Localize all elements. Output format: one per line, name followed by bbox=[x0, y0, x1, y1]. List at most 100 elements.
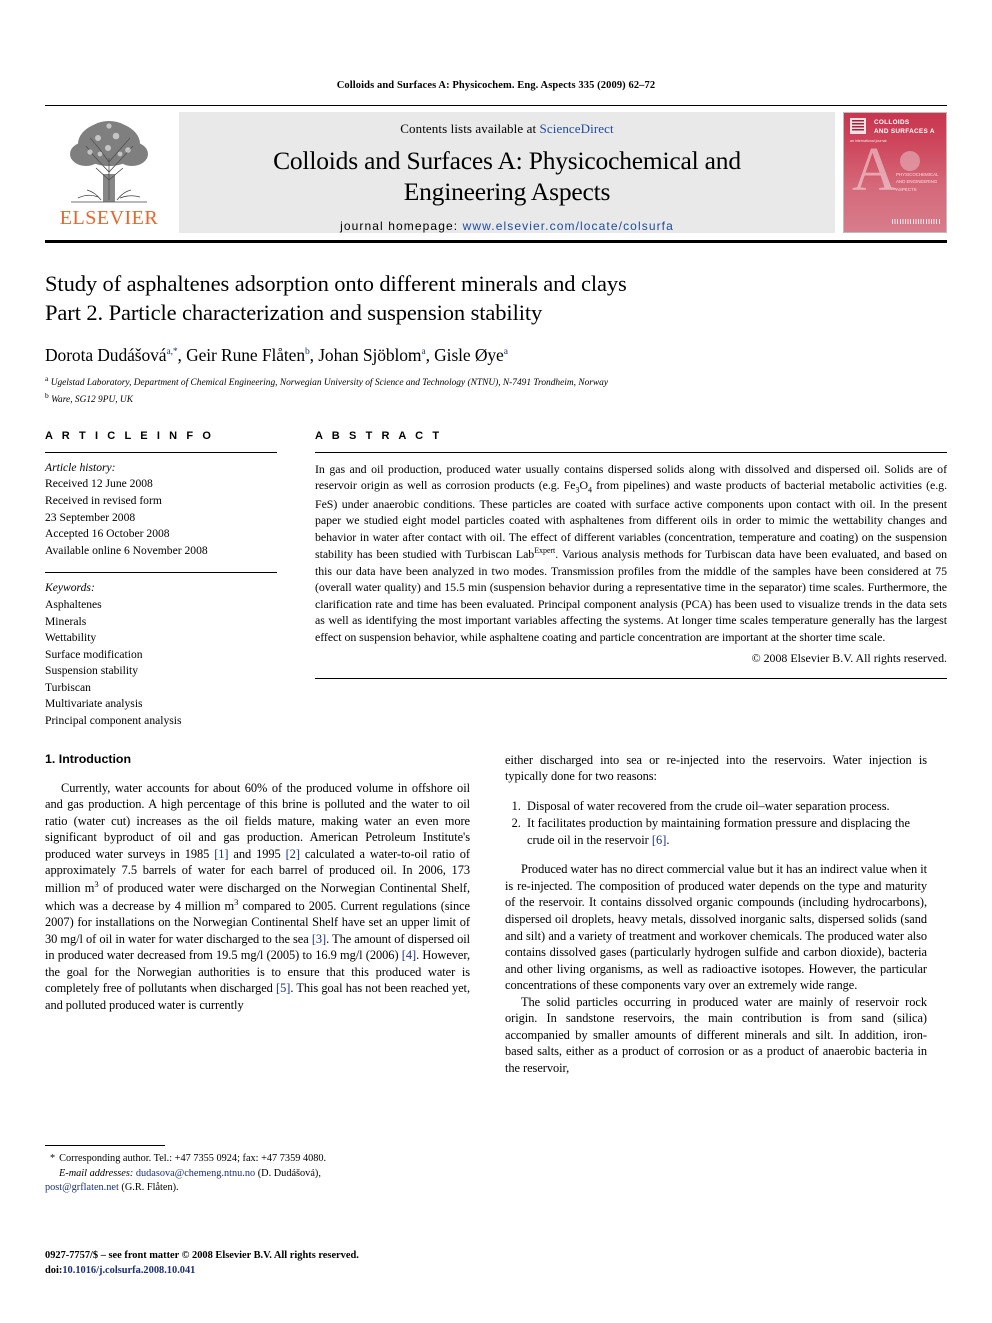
title-block: Study of asphaltenes adsorption onto dif… bbox=[45, 243, 947, 408]
author-name: Gisle Øye bbox=[434, 344, 504, 365]
homepage-label: journal homepage: bbox=[340, 219, 459, 234]
list-item: Disposal of water recovered from the cru… bbox=[524, 798, 927, 815]
cover-letter-a: A bbox=[852, 136, 897, 204]
footnote-area: * Corresponding author. Tel.: +47 7355 09… bbox=[45, 1145, 486, 1196]
abstract-sup-expert: Expert bbox=[534, 546, 556, 556]
cover-title: COLLOIDS AND SURFACES A bbox=[874, 119, 941, 136]
reason-text: Disposal of water recovered from the cru… bbox=[527, 798, 890, 813]
keyword-item: Suspension stability bbox=[45, 664, 139, 678]
elsevier-tree-icon bbox=[70, 121, 148, 203]
keyword-item: Minerals bbox=[45, 614, 87, 628]
author-affil-mark: a bbox=[421, 346, 426, 357]
article-info-column: A R T I C L E I N F O Article history: R… bbox=[45, 430, 295, 730]
keywords-block: Keywords: Asphaltenes Minerals Wettabili… bbox=[45, 572, 277, 729]
elsevier-wordmark: ELSEVIER bbox=[59, 207, 159, 229]
journal-title-line2: Engineering Aspects bbox=[403, 176, 611, 206]
abstract-part-2: O bbox=[579, 478, 589, 493]
journal-article-page: Colloids and Surfaces A: Physicochem. En… bbox=[0, 0, 992, 1323]
abstract-top-rule bbox=[315, 451, 947, 453]
reason-text: It facilitates production by maintaining… bbox=[527, 816, 910, 847]
footnote-block: * Corresponding author. Tel.: +47 7355 09… bbox=[45, 1152, 486, 1196]
keywords-label: Keywords: bbox=[45, 581, 95, 595]
article-history: Article history: Received 12 June 2008 R… bbox=[45, 460, 277, 559]
contents-prefix: Contents lists available at bbox=[400, 121, 540, 136]
affiliation-item: a Ugelstad Laboratory, Department of Che… bbox=[45, 373, 947, 391]
info-abstract-region: A R T I C L E I N F O Article history: R… bbox=[45, 430, 947, 730]
keywords-list: Keywords: Asphaltenes Minerals Wettabili… bbox=[45, 580, 277, 729]
intro-text-b: and 1995 bbox=[228, 846, 286, 861]
abstract-heading: A B S T R A C T bbox=[315, 429, 443, 442]
contents-available-line: Contents lists available at ScienceDirec… bbox=[400, 121, 613, 137]
author-name: Dorota Dudášová bbox=[45, 344, 167, 365]
section-heading-introduction: 1. Introduction bbox=[45, 751, 132, 766]
affiliation-list: a Ugelstad Laboratory, Department of Che… bbox=[45, 373, 947, 408]
cover-elsevier-mark-icon bbox=[850, 118, 866, 134]
citation-ref-4[interactable]: [4] bbox=[402, 948, 416, 962]
author-affil-mark: b bbox=[305, 346, 310, 357]
email-owner-2: (G.R. Flåten). bbox=[118, 1182, 179, 1194]
abstract-text: In gas and oil production, produced wate… bbox=[315, 461, 947, 645]
sciencedirect-link[interactable]: ScienceDirect bbox=[540, 121, 614, 136]
keyword-item: Turbiscan bbox=[45, 680, 91, 694]
email-owner-1: (D. Dudášová), bbox=[255, 1167, 321, 1179]
email-link-2[interactable]: post@grflaten.net bbox=[45, 1182, 119, 1193]
affiliation-mark: a bbox=[45, 373, 49, 383]
history-item: Received 12 June 2008 bbox=[45, 477, 153, 491]
cover-title-line2: AND SURFACES A bbox=[874, 127, 935, 135]
issn-line: 0927-7757/$ – see front matter © 2008 El… bbox=[45, 1250, 359, 1261]
body-column-right: either discharged into sea or re-injecte… bbox=[486, 752, 927, 1077]
affiliation-text: Ware, SG12 9PU, UK bbox=[51, 395, 133, 406]
history-item: 23 September 2008 bbox=[45, 510, 136, 524]
journal-title-line1: Colloids and Surfaces A: Physicochemical… bbox=[273, 146, 741, 175]
email-link-1[interactable]: dudasova@chemeng.ntnu.no bbox=[136, 1168, 255, 1179]
intro-paragraph-left: Currently, water accounts for about 60% … bbox=[45, 780, 470, 1014]
corresponding-author-text: Corresponding author. Tel.: +47 7355 092… bbox=[59, 1153, 327, 1164]
title-line-2: Part 2. Particle characterization and su… bbox=[45, 300, 543, 326]
affiliation-text: Ugelstad Laboratory, Department of Chemi… bbox=[50, 377, 609, 388]
journal-masthead: ELSEVIER Contents lists available at Sci… bbox=[45, 105, 947, 233]
citation-ref-2[interactable]: [2] bbox=[286, 847, 300, 861]
email-label: E-mail addresses: bbox=[59, 1167, 134, 1179]
affiliation-mark: b bbox=[45, 391, 49, 401]
journal-homepage-line: journal homepage: www.elsevier.com/locat… bbox=[340, 219, 674, 233]
article-info-rule bbox=[45, 451, 277, 453]
citation-ref-5[interactable]: [5] bbox=[276, 981, 290, 995]
elsevier-logo: ELSEVIER bbox=[45, 112, 173, 233]
affiliation-item: b Ware, SG12 9PU, UK bbox=[45, 390, 947, 408]
homepage-url-link[interactable]: www.elsevier.com/locate/colsurfa bbox=[463, 219, 674, 233]
article-info-heading: A R T I C L E I N F O bbox=[45, 429, 214, 442]
doi-link[interactable]: 10.1016/j.colsurfa.2008.10.041 bbox=[62, 1265, 195, 1276]
abstract-bottom-rule bbox=[315, 678, 947, 680]
doi-line: doi:10.1016/j.colsurfa.2008.10.041 bbox=[45, 1263, 505, 1278]
keyword-item: Multivariate analysis bbox=[45, 697, 143, 711]
body-column-left: 1. Introduction Currently, water account… bbox=[45, 752, 486, 1077]
citation-ref-1[interactable]: [1] bbox=[214, 847, 228, 861]
history-item: Available online 6 November 2008 bbox=[45, 543, 208, 557]
abstract-copyright: © 2008 Elsevier B.V. All rights reserved… bbox=[751, 651, 947, 666]
keyword-item: Asphaltenes bbox=[45, 597, 102, 611]
email-addresses-note: E-mail addresses: dudasova@chemeng.ntnu.… bbox=[45, 1167, 486, 1182]
intro-paragraph-right-2: Produced water has no direct commercial … bbox=[505, 862, 927, 993]
page-title: Study of asphaltenes adsorption onto dif… bbox=[45, 269, 947, 328]
keyword-item: Wettability bbox=[45, 631, 97, 645]
article-history-label: Article history: bbox=[45, 460, 116, 474]
body-columns: 1. Introduction Currently, water account… bbox=[45, 752, 947, 1077]
history-item: Received in revised form bbox=[45, 494, 162, 508]
cover-circle-decoration bbox=[900, 151, 920, 171]
title-line-1: Study of asphaltenes adsorption onto dif… bbox=[45, 271, 627, 296]
abstract-part-4: . Various analysis methods for Turbiscan… bbox=[315, 547, 947, 644]
author-name: Geir Rune Flåten bbox=[186, 344, 305, 365]
list-item: It facilitates production by maintaining… bbox=[524, 815, 927, 848]
cover-scope-lines: PHYSICOCHEMICAL AND ENGINEERING ASPECTS bbox=[896, 172, 939, 192]
footnote-star-marker: * bbox=[50, 1153, 56, 1164]
reasons-list: Disposal of water recovered from the cru… bbox=[505, 798, 927, 849]
citation-ref-6[interactable]: [6] bbox=[652, 833, 666, 847]
reason-text-end: . bbox=[666, 832, 670, 847]
intro-paragraph-right-3: The solid particles occurring in produce… bbox=[505, 994, 927, 1075]
citation-ref-3[interactable]: [3] bbox=[312, 932, 326, 946]
author-list: Dorota Dudášováa,*, Geir Rune Flåtenb, J… bbox=[45, 344, 508, 365]
history-item: Accepted 16 October 2008 bbox=[45, 527, 170, 541]
author-affil-mark: a bbox=[503, 346, 508, 357]
author-affil-mark: a,* bbox=[166, 346, 178, 357]
footnote-rule bbox=[45, 1145, 165, 1146]
